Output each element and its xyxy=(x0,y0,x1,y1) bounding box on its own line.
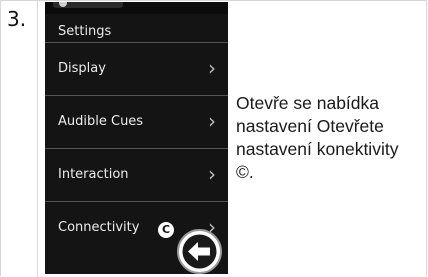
menu-item-label: Display xyxy=(58,61,106,76)
notch xyxy=(53,2,123,8)
menu-item-audible-cues[interactable]: Audible Cues › xyxy=(45,95,228,148)
left-arrow-circle-icon xyxy=(182,234,217,269)
chevron-right-icon: › xyxy=(208,56,216,80)
chevron-right-icon: › xyxy=(208,162,216,186)
status-bar xyxy=(45,2,228,14)
step-number: 3. xyxy=(7,7,27,31)
menu-item-label: Interaction xyxy=(58,167,129,182)
menu-item-interaction[interactable]: Interaction › xyxy=(45,148,228,201)
indicator-dot xyxy=(59,2,67,7)
menu-item-display[interactable]: Display › xyxy=(45,42,228,95)
instruction-text: Otevře se nabídka nastavení Otevřete nas… xyxy=(236,93,399,182)
callout-marker: C xyxy=(158,222,174,238)
page-title: Settings xyxy=(58,24,112,39)
step-cell: 3. xyxy=(1,1,38,277)
menu-item-label: Audible Cues xyxy=(58,114,144,129)
chevron-right-icon: › xyxy=(208,109,216,133)
menu-item-label: Connectivity xyxy=(58,220,140,235)
back-button[interactable] xyxy=(177,229,222,274)
settings-menu: Display › Audible Cues › Interaction › C… xyxy=(45,42,228,254)
